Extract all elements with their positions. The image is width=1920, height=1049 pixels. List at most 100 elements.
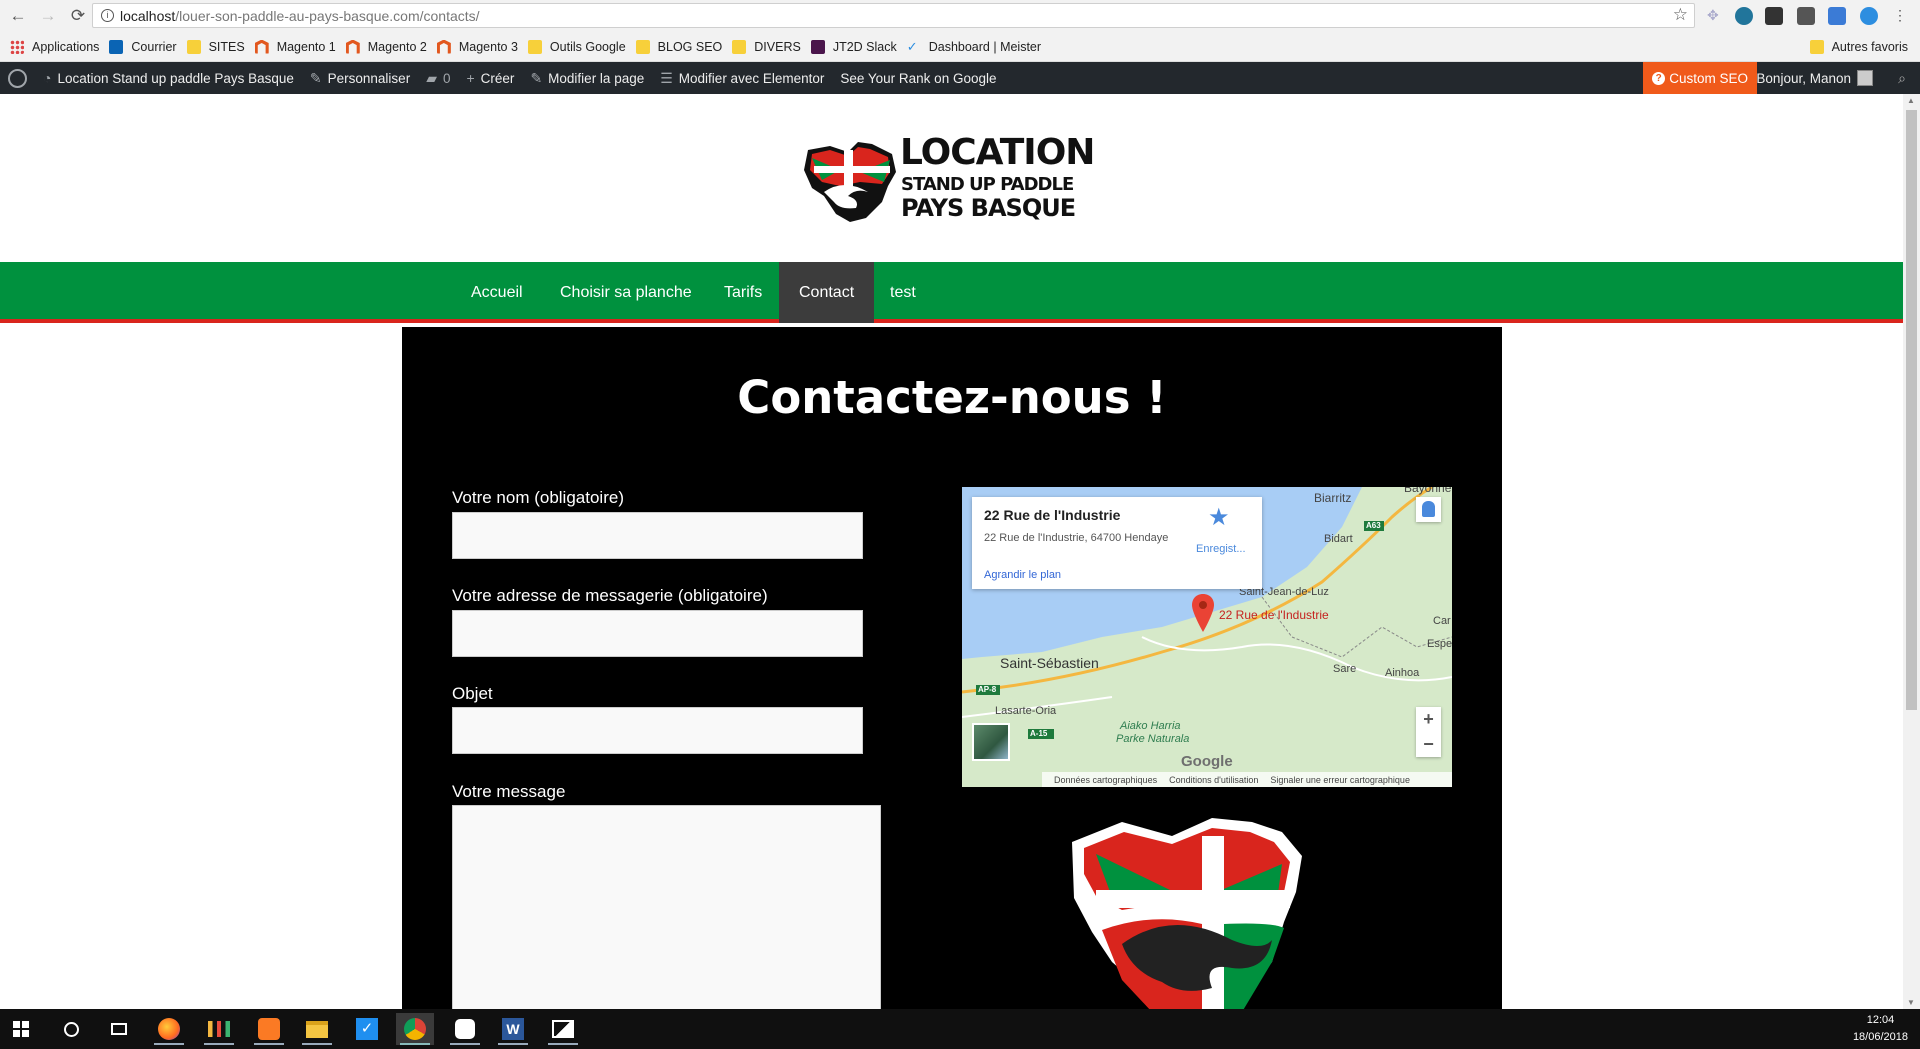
map-town-espele: Espele — [1427, 638, 1452, 650]
map-town-bayonne: Bayonne — [1404, 487, 1452, 495]
reload-icon[interactable]: ⟳ — [66, 4, 90, 28]
wp-site-name[interactable]: ◔ Location Stand up paddle Pays Basque — [35, 62, 302, 94]
nav-test[interactable]: test — [870, 262, 936, 323]
bookmark-outils-google[interactable]: Outils Google — [527, 39, 626, 54]
map-pin-label: 22 Rue de l'Industrie — [1219, 608, 1329, 622]
info-icon[interactable]: i — [101, 9, 114, 22]
running-indicator — [548, 1043, 578, 1045]
slack-icon — [810, 39, 825, 54]
map-terms-link[interactable]: Conditions d'utilisation — [1169, 775, 1258, 785]
cortana-search-button[interactable] — [52, 1013, 90, 1045]
pegman-icon — [1422, 501, 1435, 517]
wp-edit-elementor[interactable]: ☰ Modifier avec Elementor — [652, 62, 832, 94]
wp-user-menu[interactable]: Bonjour, Manon — [1756, 62, 1873, 94]
outlook-icon — [109, 39, 124, 54]
save-place-link[interactable]: Enregist... — [1196, 543, 1246, 555]
bookmark-other[interactable]: Autres favoris — [1809, 39, 1908, 54]
bookmark-courrier[interactable]: Courrier — [109, 39, 177, 54]
charts-app[interactable] — [200, 1013, 238, 1045]
email-input[interactable] — [452, 610, 863, 657]
map-pin-icon[interactable] — [1192, 594, 1214, 632]
running-indicator — [450, 1043, 480, 1045]
nav-accueil[interactable]: Accueil — [451, 262, 543, 323]
site-logo[interactable]: LOCATION STAND UP PADDLE PAYS BASQUE — [800, 132, 1105, 226]
extension-icon[interactable] — [1828, 7, 1846, 25]
slack-app[interactable] — [446, 1013, 484, 1045]
map-data-link[interactable]: Données cartographiques — [1054, 775, 1157, 785]
scrollbar-thumb[interactable] — [1906, 110, 1917, 710]
scroll-down-icon[interactable]: ▼ — [1907, 998, 1915, 1007]
nav-choisir-sa-planche[interactable]: Choisir sa planche — [540, 262, 712, 323]
address-bar[interactable]: i localhost/louer-son-paddle-au-pays-bas… — [92, 3, 1695, 28]
menu-icon[interactable]: ⋮ — [1893, 7, 1907, 25]
todo-extension-icon[interactable] — [1765, 7, 1783, 25]
bookmark-magento-1[interactable]: Magento 1 — [254, 39, 336, 54]
street-view-pegman[interactable] — [1416, 497, 1441, 522]
search-icon[interactable]: ⌕ — [1898, 70, 1906, 87]
wp-customize[interactable]: ✎ Personnaliser — [302, 62, 418, 94]
meister-extension-icon[interactable] — [1797, 7, 1815, 25]
map-town-car: Car — [1433, 615, 1451, 627]
name-input[interactable] — [452, 512, 863, 559]
bookmark-divers[interactable]: DIVERS — [732, 39, 801, 54]
page-title: Contactez-nous ! — [737, 371, 1167, 424]
wordpress-extension-icon[interactable] — [1735, 7, 1753, 25]
chrome-icon — [404, 1018, 426, 1040]
satellite-toggle[interactable] — [972, 723, 1010, 761]
wp-edit-page[interactable]: ✎ Modifier la page — [522, 62, 652, 94]
nav-contact[interactable]: Contact — [779, 262, 875, 323]
custom-seo-button[interactable]: ? Custom SEO — [1643, 62, 1757, 94]
word-app[interactable]: W — [494, 1013, 532, 1045]
dropbox-extension-icon[interactable]: ✥ — [1707, 7, 1725, 25]
map-report-link[interactable]: Signaler une erreur cartographique — [1270, 775, 1410, 785]
wp-logo[interactable] — [0, 62, 35, 94]
bookmark-magento-2[interactable]: Magento 2 — [345, 39, 427, 54]
wp-comments[interactable]: ▰ 0 — [418, 62, 458, 94]
message-textarea[interactable] — [452, 805, 881, 1015]
subject-input[interactable] — [452, 707, 863, 754]
folder-icon — [732, 39, 747, 54]
chrome-app[interactable] — [396, 1013, 434, 1045]
task-view-icon — [111, 1023, 127, 1035]
bookmark-magento-3[interactable]: Magento 3 — [436, 39, 518, 54]
email-label: Votre adresse de messagerie (obligatoire… — [452, 586, 768, 605]
main-navigation: Accueil Choisir sa planche Tarifs Contac… — [0, 262, 1903, 323]
enlarge-map-link[interactable]: Agrandir le plan — [984, 569, 1061, 581]
zoom-out-button[interactable]: − — [1416, 732, 1441, 757]
scroll-up-icon[interactable]: ▲ — [1907, 96, 1915, 105]
wp-new[interactable]: + Créer — [458, 62, 522, 94]
bookmark-sites[interactable]: SITES — [186, 39, 245, 54]
check-extension-icon[interactable] — [1860, 7, 1878, 25]
clock[interactable]: 12:04 18/06/2018 — [1853, 1012, 1908, 1046]
pencil-icon: ✎ — [530, 69, 543, 86]
message-label: Votre message — [452, 782, 566, 801]
zoom-in-button[interactable]: + — [1416, 707, 1441, 732]
star-icon[interactable]: ★ — [1208, 503, 1230, 532]
map-park-naturala: Parke Naturala — [1116, 733, 1190, 745]
bookmark-jt2d-slack[interactable]: JT2D Slack — [810, 39, 897, 54]
todo-app[interactable]: ✓ — [348, 1013, 386, 1045]
google-map[interactable]: A63 AP-8 A-15 Biarritz Bayonne Bidart Sa… — [962, 487, 1452, 787]
clock-date: 18/06/2018 — [1852, 1031, 1908, 1043]
task-view-button[interactable] — [100, 1013, 138, 1045]
back-icon[interactable]: ← — [6, 4, 30, 28]
bookmark-applications[interactable]: Applications — [10, 39, 99, 54]
question-icon: ? — [1652, 71, 1666, 85]
xampp-app[interactable] — [250, 1013, 288, 1045]
bookmark-blog-seo[interactable]: BLOG SEO — [635, 39, 722, 54]
file-explorer-app[interactable] — [298, 1013, 336, 1045]
wp-rank-google[interactable]: See Your Rank on Google — [832, 62, 1004, 94]
windows-start-button[interactable] — [2, 1013, 40, 1045]
nav-tarifs[interactable]: Tarifs — [704, 262, 782, 323]
page-scrollbar[interactable]: ▲ ▼ — [1903, 94, 1920, 1009]
subject-label: Objet — [452, 684, 493, 703]
contact-section: Contactez-nous ! Votre nom (obligatoire)… — [402, 327, 1502, 1015]
bookmark-meister[interactable]: ✓ Dashboard | Meister — [907, 39, 1041, 54]
photos-app[interactable] — [544, 1013, 582, 1045]
bookmark-star-icon[interactable]: ☆ — [1673, 5, 1688, 25]
firefox-app[interactable] — [150, 1013, 188, 1045]
forward-icon[interactable]: → — [36, 4, 60, 28]
logo-text-location: LOCATION — [900, 132, 1095, 173]
place-title: 22 Rue de l'Industrie — [984, 507, 1121, 523]
road-a63: A63 — [1366, 521, 1381, 530]
